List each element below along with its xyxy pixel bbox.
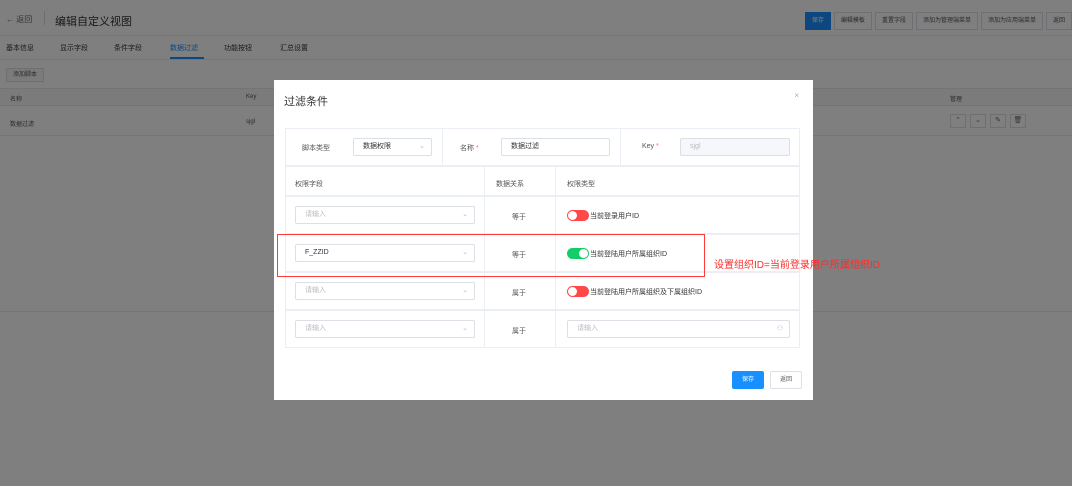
name-input[interactable]: 数据过滤 xyxy=(501,138,610,156)
switch-knob xyxy=(568,287,577,296)
annotation-text: 设置组织ID=当前登录用户所属组织ID xyxy=(714,260,880,271)
key-label: Key * xyxy=(642,143,659,150)
name-label-text: 名称 xyxy=(460,145,474,152)
key-label-text: Key xyxy=(642,143,655,150)
filter-column-header xyxy=(285,166,800,196)
chevron-down-icon: ⌄ xyxy=(462,325,468,332)
field-placeholder: 请输入 xyxy=(305,325,326,332)
relation-text: 属于 xyxy=(512,328,526,335)
script-type-value: 数据权限 xyxy=(363,143,391,150)
permission-type-label: 当前登陆用户所属组织及下属组织ID xyxy=(590,289,702,296)
chevron-down-icon: ⌄ xyxy=(462,211,468,218)
required-mark: * xyxy=(475,145,479,152)
permission-switch[interactable] xyxy=(567,286,589,297)
permission-type-input[interactable]: 请输入 ⚇ xyxy=(567,320,790,338)
user-icon: ⚇ xyxy=(776,325,783,332)
relation-text: 等于 xyxy=(512,214,526,221)
field-placeholder: 请输入 xyxy=(305,211,326,218)
script-type-select[interactable]: 数据权限 ⌄ xyxy=(353,138,432,156)
field-select[interactable]: 请输入 ⌄ xyxy=(295,320,475,338)
name-value: 数据过滤 xyxy=(511,143,539,150)
permission-switch[interactable] xyxy=(567,210,589,221)
permission-type-placeholder: 请输入 xyxy=(577,325,598,332)
back-button[interactable]: 返回 xyxy=(770,371,802,389)
key-value: sjgl xyxy=(690,143,701,150)
permission-type-label: 当前登录用户ID xyxy=(590,213,639,220)
relation-text: 属于 xyxy=(512,290,526,297)
divider xyxy=(442,128,443,166)
field-select[interactable]: 请输入 ⌄ xyxy=(295,206,475,224)
field-select[interactable]: 请输入 ⌄ xyxy=(295,282,475,300)
chevron-down-icon: ⌄ xyxy=(419,143,425,150)
close-icon[interactable]: × xyxy=(794,91,799,100)
column-header-field: 权限字段 xyxy=(295,181,323,188)
key-input: sjgl xyxy=(680,138,790,156)
save-button[interactable]: 保存 xyxy=(732,371,764,389)
chevron-down-icon: ⌄ xyxy=(462,287,468,294)
field-placeholder: 请输入 xyxy=(305,287,326,294)
column-header-relation: 数据关系 xyxy=(496,181,524,188)
filter-condition-dialog: 过滤条件 × 脚本类型 数据权限 ⌄ 名称 * 数据过滤 Key * sjgl … xyxy=(274,80,813,400)
divider xyxy=(620,128,621,166)
annotation-highlight-box xyxy=(277,234,705,277)
dialog-title: 过滤条件 xyxy=(284,96,328,108)
script-type-label: 脚本类型 xyxy=(302,145,330,152)
name-label: 名称 * xyxy=(460,143,479,153)
column-header-type: 权限类型 xyxy=(567,181,595,188)
switch-knob xyxy=(568,211,577,220)
required-mark: * xyxy=(656,143,659,150)
